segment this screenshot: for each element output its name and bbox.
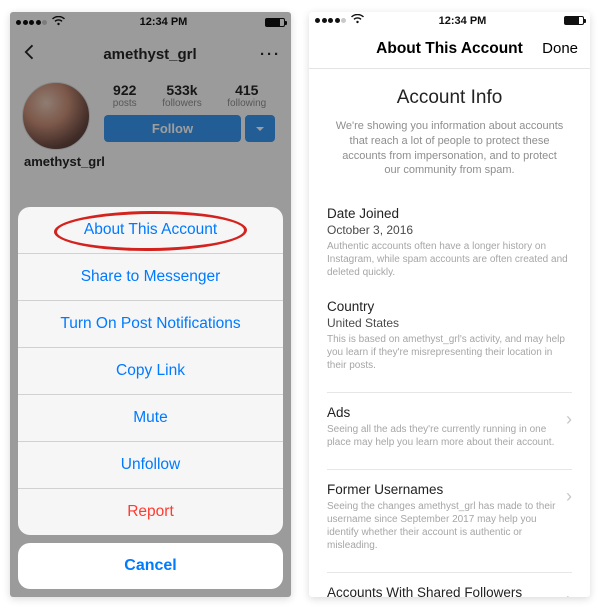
action-sheet-group: About This Account Share to Messenger Tu…: [18, 207, 283, 535]
signal-dots-icon: [315, 18, 346, 23]
account-info-title: Account Info: [327, 87, 572, 109]
block-country: Country United States This is based on a…: [327, 299, 572, 372]
status-time: 12:34 PM: [364, 15, 561, 27]
action-mute[interactable]: Mute: [18, 394, 283, 441]
action-turn-on-post-notifications[interactable]: Turn On Post Notifications: [18, 300, 283, 347]
about-scroll-area[interactable]: Account Info We're showing you informati…: [309, 69, 590, 597]
status-bar: 12:34 PM: [309, 12, 590, 30]
action-cancel[interactable]: Cancel: [18, 543, 283, 589]
block-date-joined: Date Joined October 3, 2016 Authentic ac…: [327, 206, 572, 279]
row-former-usernames[interactable]: Former Usernames Seeing the changes amet…: [327, 469, 572, 552]
phone-profile-with-action-sheet: 12:34 PM amethyst_grl ··· 922 posts: [10, 12, 291, 597]
row-shared-followers[interactable]: Accounts With Shared Followers Seeing th…: [327, 572, 572, 597]
action-copy-link[interactable]: Copy Link: [18, 347, 283, 394]
shared-followers-heading: Accounts With Shared Followers: [327, 585, 558, 597]
chevron-right-icon: ›: [558, 585, 572, 597]
date-joined-heading: Date Joined: [327, 206, 572, 221]
action-report[interactable]: Report: [18, 488, 283, 535]
former-usernames-note: Seeing the changes amethyst_grl has made…: [327, 500, 558, 552]
action-about-this-account[interactable]: About This Account: [18, 207, 283, 253]
action-sheet: About This Account Share to Messenger Tu…: [18, 207, 283, 589]
phone-about-this-account: 12:34 PM About This Account Done Account…: [309, 12, 590, 597]
chevron-right-icon: ›: [558, 482, 572, 507]
ads-heading: Ads: [327, 405, 558, 420]
account-info-intro: We're showing you information about acco…: [327, 119, 572, 178]
chevron-right-icon: ›: [558, 405, 572, 430]
row-ads[interactable]: Ads Seeing all the ads they're currently…: [327, 392, 572, 449]
date-joined-note: Authentic accounts often have a longer h…: [327, 240, 572, 279]
about-nav-title: About This Account: [376, 40, 523, 58]
country-value: United States: [327, 316, 572, 330]
action-unfollow[interactable]: Unfollow: [18, 441, 283, 488]
former-usernames-heading: Former Usernames: [327, 482, 558, 497]
date-joined-value: October 3, 2016: [327, 223, 572, 237]
action-share-to-messenger[interactable]: Share to Messenger: [18, 253, 283, 300]
wifi-icon: [351, 14, 364, 27]
country-heading: Country: [327, 299, 572, 314]
ads-note: Seeing all the ads they're currently run…: [327, 423, 558, 449]
done-button[interactable]: Done: [542, 40, 578, 57]
country-note: This is based on amethyst_grl's activity…: [327, 333, 572, 372]
about-nav: About This Account Done: [309, 30, 590, 69]
battery-icon: [564, 16, 584, 25]
